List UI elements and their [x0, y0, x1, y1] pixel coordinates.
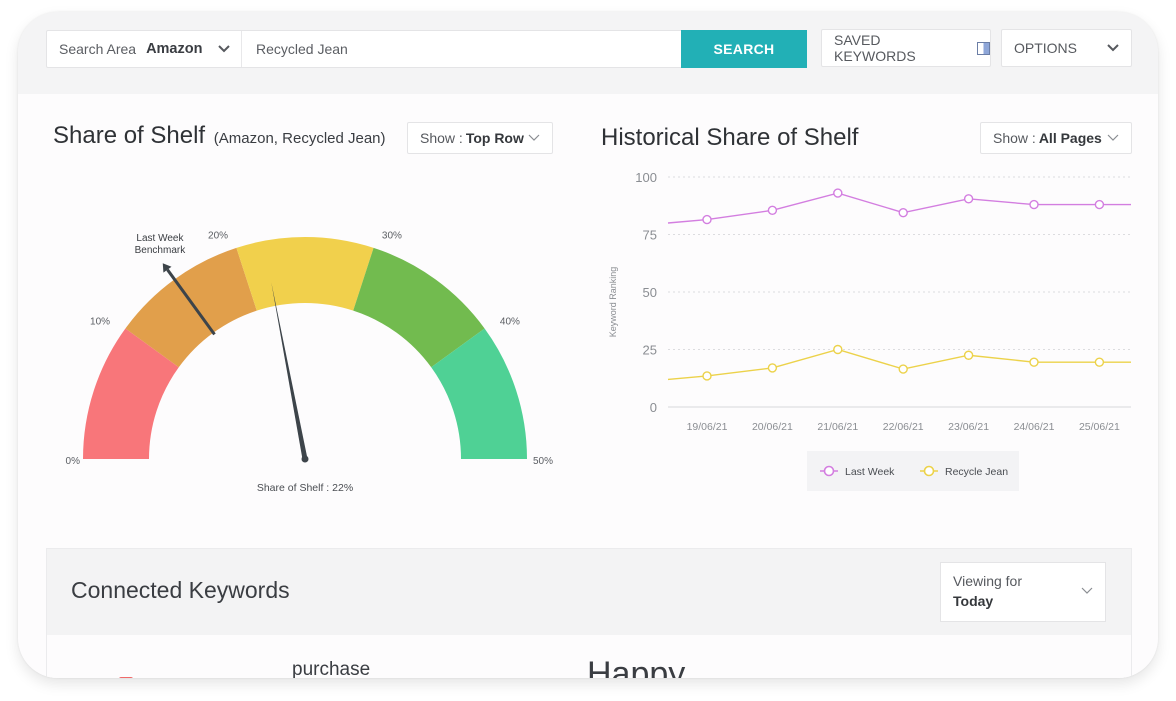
data-point: [963, 350, 974, 360]
chevron-down-icon: [1081, 587, 1093, 594]
options-dropdown[interactable]: OPTIONS: [1001, 29, 1132, 67]
chevron-down-icon: [218, 45, 231, 53]
gauge-tick-label: 40%: [500, 316, 520, 327]
search-area-value: Amazon: [146, 41, 203, 57]
gauge-needle: [271, 282, 308, 460]
data-point: [1029, 357, 1039, 367]
historical-share-title: Historical Share of Shelf: [601, 124, 859, 151]
gauge-value-label: Share of Shelf : 22%: [257, 482, 353, 494]
saved-keywords-label: SAVED KEYWORDS: [834, 32, 916, 64]
gauge-tick-label: 50%: [533, 456, 553, 467]
gauge-needle-pivot: [301, 455, 309, 463]
data-point: [1094, 199, 1105, 210]
y-tick-label: 25: [643, 343, 657, 358]
data-point: [767, 363, 778, 373]
share-of-shelf-gauge: 0% 10% 20% 30% 40% 50% Last WeekBenchmark Share…: [66, 231, 554, 494]
share-of-shelf-subtitle: (Amazon, Recycled Jean): [213, 130, 386, 147]
data-point: [1094, 357, 1105, 367]
x-tick-label: 19/06/21: [687, 421, 728, 433]
show-top-row-dropdown[interactable]: Show : Top Row: [407, 122, 553, 154]
data-point: [767, 205, 778, 216]
x-tick-label: 21/06/21: [817, 421, 858, 433]
gauge-tick-label: 30%: [382, 231, 402, 242]
x-tick-label: 20/06/21: [752, 421, 793, 433]
data-point: [898, 364, 908, 374]
keyword-cloud: purchase Happy: [47, 635, 1131, 678]
legend-label: Recycle Jean: [945, 466, 1008, 478]
top-bar: Search Area Amazon SEARCH SAVED KEYWORDS…: [18, 12, 1158, 94]
data-point: [702, 214, 712, 225]
search-area-select[interactable]: Search Area Amazon: [47, 31, 242, 67]
legend-marker-icon: [923, 465, 935, 477]
legend-label: Last Week: [845, 466, 895, 478]
share-of-shelf-title: Share of Shelf (Amazon, Recycled Jean): [53, 122, 386, 150]
gauge-tick-label: 20%: [208, 231, 228, 242]
series-line: [667, 348, 1131, 381]
series-line: [667, 192, 1131, 224]
dashboard-main: Share of Shelf (Amazon, Recycled Jean) S…: [18, 94, 1158, 678]
gauge-tick-label: 10%: [90, 316, 110, 327]
keyword-cloud-item[interactable]: purchase: [292, 659, 370, 678]
show-all-pages-dropdown[interactable]: Show : All Pages: [980, 122, 1132, 154]
viewing-for-label: Viewing for: [953, 573, 1023, 589]
data-point: [898, 207, 908, 218]
x-tick-label: 25/06/21: [1079, 421, 1120, 433]
show-value: All Pages: [1038, 130, 1102, 146]
show-label: Show :: [993, 130, 1036, 146]
viewing-for-value: Today: [953, 593, 994, 609]
app-window: Search Area Amazon SEARCH SAVED KEYWORDS…: [18, 12, 1158, 678]
historical-line-chart: 0 25 50 75 100 Keyword Ranking 19/06/21 20/06/2…: [608, 170, 1131, 491]
keyword-cloud-item[interactable]: [119, 677, 133, 678]
show-value: Top Row: [465, 130, 524, 146]
x-tick-label: 23/06/21: [948, 421, 989, 433]
legend-marker-icon: [823, 465, 835, 477]
show-label: Show :: [420, 130, 463, 146]
y-tick-label: 50: [643, 285, 657, 300]
data-point: [963, 194, 974, 204]
panel-icon: [977, 41, 990, 55]
chevron-down-icon: [1107, 44, 1119, 52]
gauge-band: [236, 237, 374, 311]
gauge-tick-label: 0%: [66, 456, 81, 467]
keyword-cloud-item[interactable]: Happy: [587, 655, 685, 678]
benchmark-label: Benchmark: [135, 245, 187, 256]
data-point: [833, 188, 843, 198]
saved-keywords-button[interactable]: SAVED KEYWORDS: [821, 29, 991, 67]
x-tick-label: 24/06/21: [1014, 421, 1055, 433]
chevron-down-icon: [528, 134, 540, 141]
y-tick-label: 0: [650, 400, 657, 415]
y-tick-label: 75: [643, 228, 657, 243]
options-label: OPTIONS: [1014, 40, 1078, 56]
data-point: [833, 344, 843, 355]
search-area-label: Search Area: [59, 41, 137, 57]
data-point: [702, 371, 712, 381]
x-tick-label: 22/06/21: [883, 421, 924, 433]
y-tick-label: 100: [635, 170, 657, 185]
connected-keywords-title: Connected Keywords: [71, 577, 290, 603]
connected-keywords-panel: Connected Keywords Viewing for Today pur…: [46, 548, 1132, 678]
benchmark-label: Last Week: [136, 233, 184, 244]
chevron-down-icon: [1107, 134, 1119, 141]
y-axis-label: Keyword Ranking: [608, 267, 618, 338]
search-button[interactable]: SEARCH: [681, 30, 807, 68]
viewing-for-dropdown[interactable]: Viewing for Today: [940, 562, 1106, 622]
data-point: [1029, 199, 1039, 210]
share-of-shelf-heading: Share of Shelf: [53, 122, 206, 149]
